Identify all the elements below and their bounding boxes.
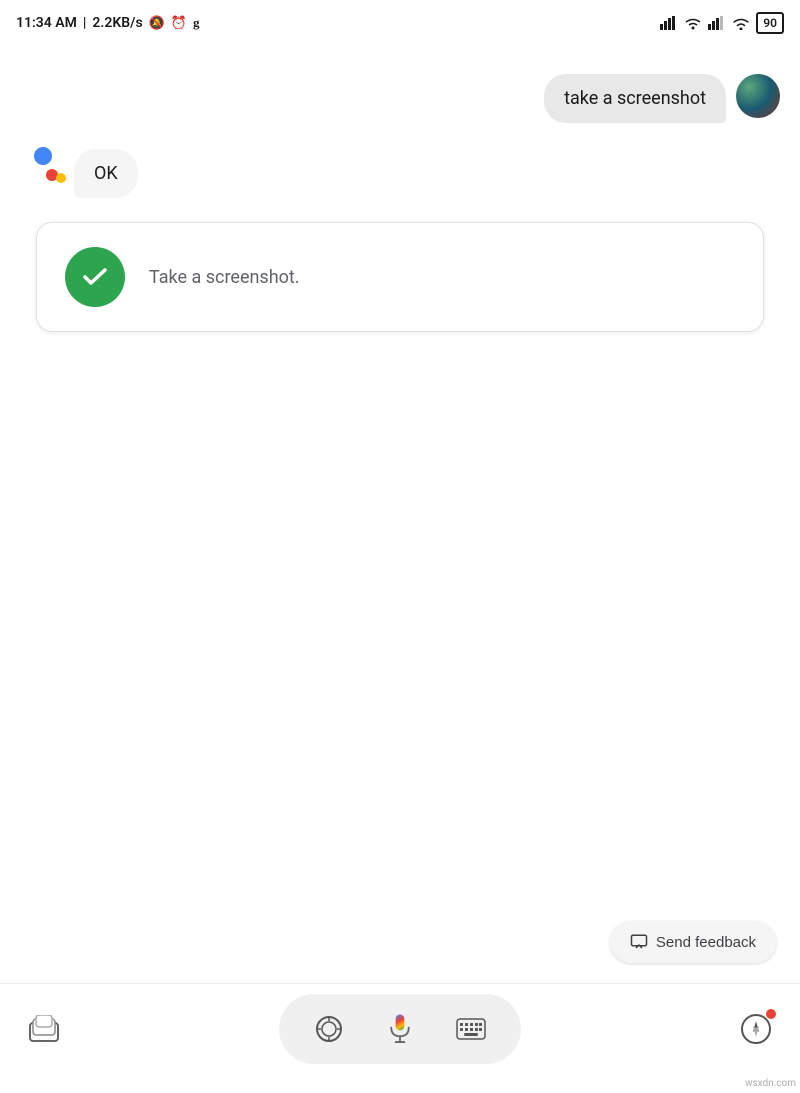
assistant-message-text: OK — [94, 163, 118, 184]
user-avatar-image — [736, 74, 780, 118]
chat-area: take a screenshot OK Take a screenshot. — [0, 44, 800, 332]
signal2-icon — [708, 16, 726, 30]
action-card-text: Take a screenshot. — [149, 267, 300, 288]
wifi-icon — [732, 16, 750, 30]
cards-icon — [28, 1015, 60, 1043]
silent-icon: 🔕 — [149, 16, 165, 31]
bottom-center-controls — [279, 994, 521, 1064]
send-feedback-button[interactable]: Send feedback — [610, 921, 776, 963]
microphone-button[interactable] — [375, 1004, 425, 1054]
bottom-bar — [0, 983, 800, 1093]
user-avatar — [736, 74, 780, 118]
notification-dot — [766, 1009, 776, 1019]
user-message-bubble: take a screenshot — [544, 74, 726, 123]
google-assistant-logo — [30, 143, 74, 187]
cards-button[interactable] — [24, 1009, 64, 1049]
microphone-icon — [384, 1013, 416, 1045]
user-message-text: take a screenshot — [564, 88, 706, 109]
alarm-icon: ⏰ — [171, 16, 187, 31]
check-circle-icon — [65, 247, 125, 307]
watermark: wsxdn.com — [745, 1078, 796, 1089]
goodreads-icon: g — [193, 15, 200, 31]
send-feedback-label: Send feedback — [656, 934, 756, 951]
keyboard-icon — [456, 1018, 486, 1040]
status-left: 11:34 AM | 2.2KB/s 🔕 ⏰ g — [16, 15, 200, 31]
lens-button[interactable] — [311, 1011, 347, 1047]
ga-blue-dot — [34, 147, 52, 165]
status-right: 90 — [660, 12, 784, 34]
checkmark-svg — [78, 260, 112, 294]
feedback-icon — [630, 933, 648, 951]
network-speed: 2.2KB/s — [92, 15, 142, 31]
explore-button[interactable] — [736, 1009, 776, 1049]
battery-indicator: 90 — [756, 12, 784, 34]
keyboard-button[interactable] — [453, 1011, 489, 1047]
wifi-alt-icon — [684, 16, 702, 30]
time-display: 11:34 AM — [16, 15, 77, 31]
lens-icon — [314, 1014, 344, 1044]
assistant-message-container: OK — [20, 143, 780, 198]
separator: | — [83, 15, 87, 31]
ga-yellow-dot — [56, 173, 66, 183]
status-bar: 11:34 AM | 2.2KB/s 🔕 ⏰ g — [0, 0, 800, 44]
assistant-message-bubble: OK — [74, 149, 138, 198]
user-message-container: take a screenshot — [20, 64, 780, 123]
action-card: Take a screenshot. — [36, 222, 764, 332]
signal-icon — [660, 16, 678, 30]
